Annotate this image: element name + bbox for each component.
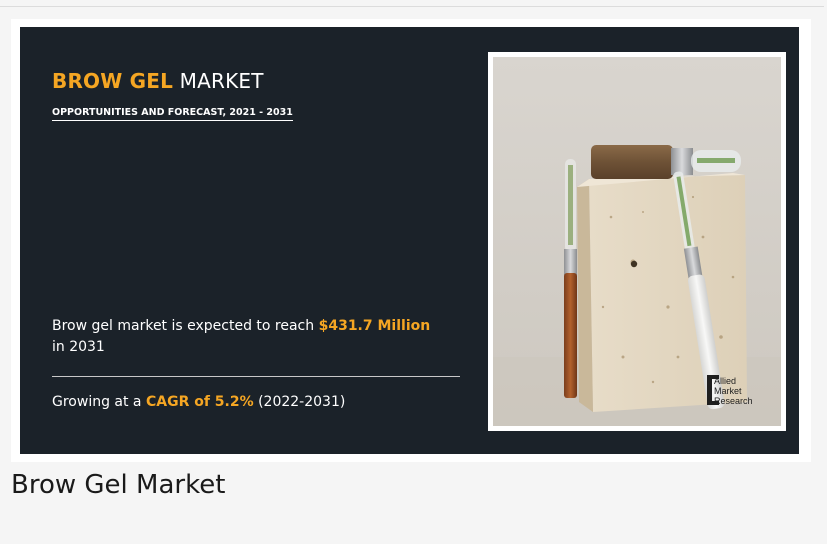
product-photo: Allied Market Research bbox=[493, 57, 781, 426]
top-divider bbox=[0, 6, 824, 7]
banner-title: BROW GEL MARKET bbox=[52, 69, 264, 93]
svg-text:Research: Research bbox=[714, 396, 753, 406]
cagr-suffix: (2022-2031) bbox=[253, 394, 346, 410]
reach-value: $431.7 Million bbox=[318, 318, 431, 334]
cagr-statement: Growing at a CAGR of 5.2% (2022-2031) bbox=[52, 394, 345, 410]
reach-suffix: in 2031 bbox=[52, 339, 105, 355]
page: BROW GEL MARKET OPPORTUNITIES AND FORECA… bbox=[0, 0, 827, 544]
svg-text:Allied: Allied bbox=[714, 376, 736, 386]
product-photo-frame: Allied Market Research bbox=[488, 52, 786, 431]
reach-statement: Brow gel market is expected to reach $43… bbox=[52, 316, 432, 358]
svg-text:Market: Market bbox=[714, 386, 742, 396]
cagr-prefix: Growing at a bbox=[52, 394, 146, 410]
image-caption: Brow Gel Market bbox=[11, 470, 226, 500]
banner-subtitle: OPPORTUNITIES AND FORECAST, 2021 - 2031 bbox=[52, 107, 293, 121]
cagr-value: CAGR of 5.2% bbox=[145, 394, 254, 410]
banner-divider bbox=[52, 376, 460, 377]
brow-gel-product-image: Allied Market Research bbox=[493, 57, 781, 426]
market-banner: BROW GEL MARKET OPPORTUNITIES AND FORECA… bbox=[20, 27, 799, 454]
reach-prefix: Brow gel market is expected to reach bbox=[52, 318, 319, 334]
title-accent: BROW GEL bbox=[52, 69, 174, 93]
title-rest: MARKET bbox=[173, 69, 264, 93]
